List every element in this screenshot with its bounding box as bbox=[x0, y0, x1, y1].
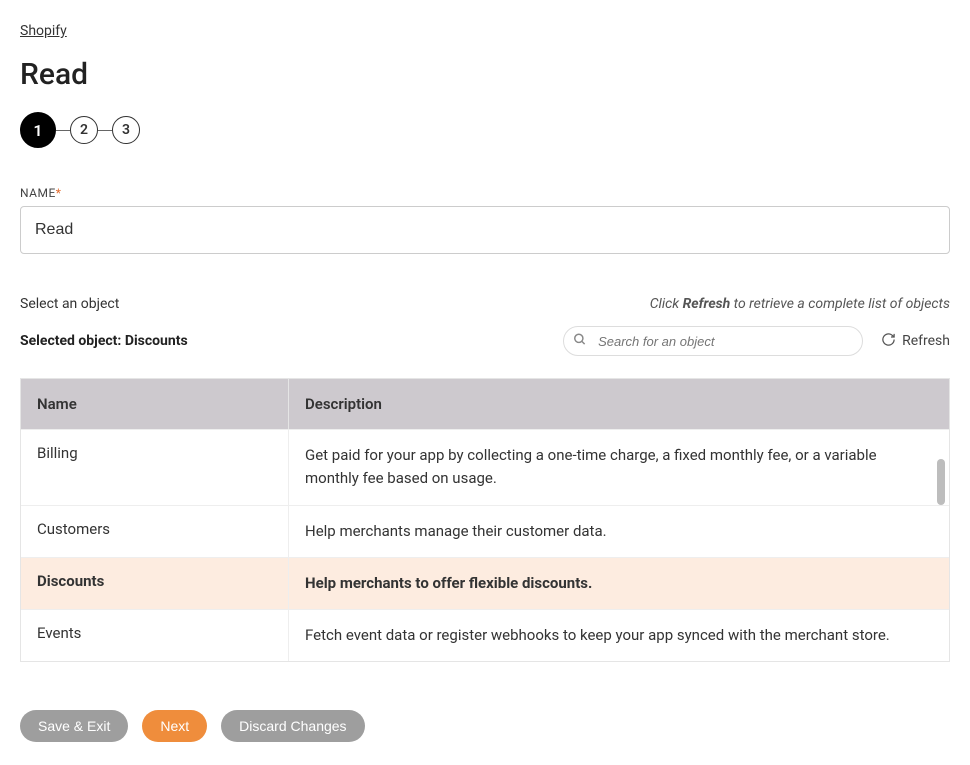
cell-name: Customers bbox=[21, 506, 289, 557]
page-title: Read bbox=[20, 57, 950, 92]
search-icon bbox=[573, 332, 587, 351]
step-2[interactable]: 2 bbox=[70, 116, 98, 144]
step-1[interactable]: 1 bbox=[20, 112, 56, 148]
step-connector bbox=[56, 130, 70, 131]
scrollbar-thumb[interactable] bbox=[937, 459, 945, 505]
refresh-label: Refresh bbox=[902, 333, 950, 349]
required-mark: * bbox=[56, 186, 62, 200]
step-connector bbox=[98, 130, 112, 131]
step-3[interactable]: 3 bbox=[112, 116, 140, 144]
name-field-label: NAME* bbox=[20, 186, 950, 200]
cell-description: Help merchants manage their customer dat… bbox=[289, 506, 949, 557]
table-row[interactable]: CustomersHelp merchants manage their cus… bbox=[21, 505, 949, 557]
discard-button[interactable]: Discard Changes bbox=[221, 710, 364, 742]
cell-description: Get paid for your app by collecting a on… bbox=[289, 430, 949, 505]
refresh-hint: Click Refresh to retrieve a complete lis… bbox=[650, 296, 950, 312]
refresh-button[interactable]: Refresh bbox=[881, 332, 950, 351]
search-box bbox=[563, 326, 863, 356]
search-input[interactable] bbox=[563, 326, 863, 356]
header-name: Name bbox=[21, 379, 289, 429]
save-exit-button[interactable]: Save & Exit bbox=[20, 710, 128, 742]
object-table: Name Description BillingGet paid for you… bbox=[20, 378, 950, 662]
name-input[interactable] bbox=[20, 206, 950, 254]
stepper: 1 2 3 bbox=[20, 112, 950, 148]
cell-name: Billing bbox=[21, 430, 289, 505]
cell-name: Discounts bbox=[21, 558, 289, 609]
table-row[interactable]: DiscountsHelp merchants to offer flexibl… bbox=[21, 557, 949, 609]
table-header: Name Description bbox=[21, 379, 949, 429]
table-body: BillingGet paid for your app by collecti… bbox=[21, 429, 949, 661]
select-object-label: Select an object bbox=[20, 296, 119, 312]
cell-name: Events bbox=[21, 610, 289, 661]
refresh-icon bbox=[881, 332, 896, 351]
next-button[interactable]: Next bbox=[142, 710, 207, 742]
scrollbar[interactable] bbox=[937, 431, 947, 661]
cell-description: Fetch event data or register webhooks to… bbox=[289, 610, 949, 661]
breadcrumb-shopify[interactable]: Shopify bbox=[20, 23, 67, 39]
table-row[interactable]: EventsFetch event data or register webho… bbox=[21, 609, 949, 661]
selected-object-label: Selected object: Discounts bbox=[20, 333, 188, 349]
header-description: Description bbox=[289, 379, 949, 429]
cell-description: Help merchants to offer flexible discoun… bbox=[289, 558, 949, 609]
table-row[interactable]: BillingGet paid for your app by collecti… bbox=[21, 429, 949, 505]
